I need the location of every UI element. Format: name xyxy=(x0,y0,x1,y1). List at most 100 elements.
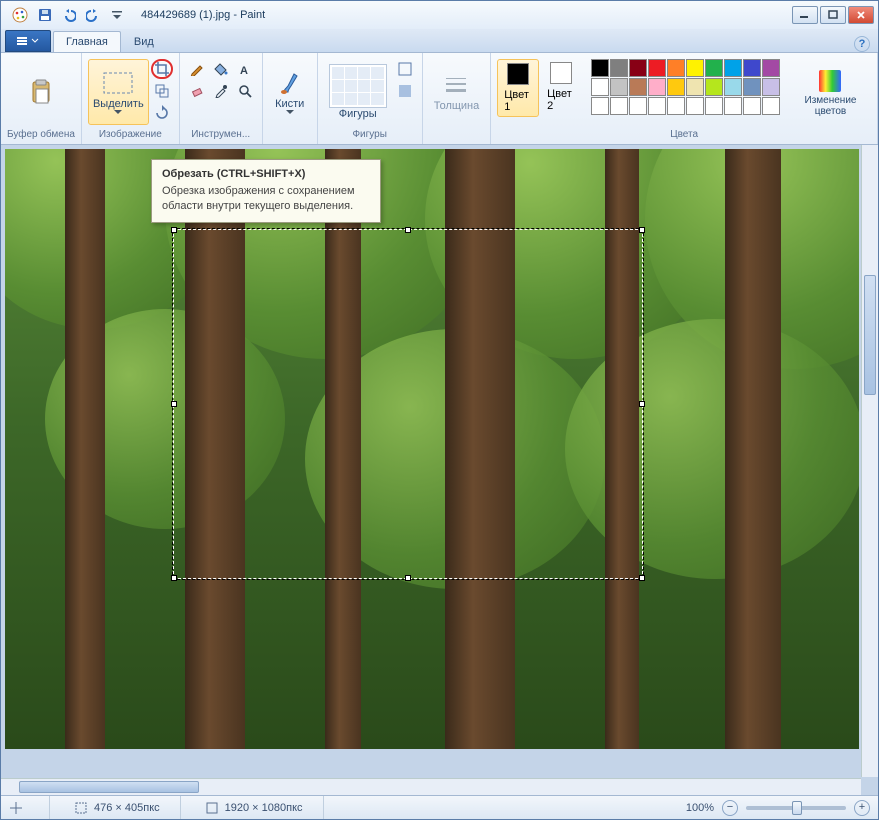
color-swatch[interactable] xyxy=(762,97,780,115)
color-swatch[interactable] xyxy=(667,59,685,77)
text-tool[interactable]: A xyxy=(234,59,256,79)
color2-swatch xyxy=(550,62,572,84)
color-swatch[interactable] xyxy=(629,78,647,96)
ribbon-tabs: Главная Вид ? xyxy=(1,29,878,53)
tooltip-body: Обрезка изображения с сохранением област… xyxy=(162,184,370,214)
color-swatch[interactable] xyxy=(629,97,647,115)
color-swatch[interactable] xyxy=(724,59,742,77)
brushes-button[interactable]: Кисти xyxy=(269,59,311,125)
group-brushes: Кисти xyxy=(263,53,318,144)
color-swatch[interactable] xyxy=(762,59,780,77)
resize-button[interactable] xyxy=(151,81,173,101)
color-swatch[interactable] xyxy=(648,59,666,77)
color-swatch[interactable] xyxy=(705,78,723,96)
color-swatch[interactable] xyxy=(762,78,780,96)
zoom-slider-thumb[interactable] xyxy=(792,801,802,815)
resize-handle-w[interactable] xyxy=(171,401,177,407)
shapes-gallery xyxy=(329,64,387,108)
canvas[interactable] xyxy=(5,149,859,749)
group-size: Толщина xyxy=(423,53,492,144)
zoom-slider[interactable] xyxy=(746,806,846,810)
minimize-button[interactable] xyxy=(792,6,818,24)
color1-swatch xyxy=(507,63,529,85)
status-cursor xyxy=(9,796,50,819)
color-swatch[interactable] xyxy=(667,78,685,96)
window-title: 484429689 (1).jpg - Paint xyxy=(141,9,265,21)
file-menu-button[interactable] xyxy=(5,30,51,52)
resize-handle-se[interactable] xyxy=(639,575,645,581)
color-swatch[interactable] xyxy=(610,59,628,77)
group-image: Выделить Изображение xyxy=(82,53,180,144)
resize-handle-e[interactable] xyxy=(639,401,645,407)
color-swatch[interactable] xyxy=(743,97,761,115)
color-swatch[interactable] xyxy=(667,97,685,115)
close-button[interactable] xyxy=(848,6,874,24)
zoom-level: 100% xyxy=(686,802,714,814)
pencil-tool[interactable] xyxy=(186,59,208,79)
resize-handle-s[interactable] xyxy=(405,575,411,581)
horizontal-scrollbar[interactable] xyxy=(1,778,861,795)
color-swatch[interactable] xyxy=(648,97,666,115)
size-button[interactable]: Толщина xyxy=(429,59,485,125)
color-swatch[interactable] xyxy=(743,59,761,77)
shape-fill-button[interactable] xyxy=(394,81,416,101)
group-label: Инструмен... xyxy=(191,129,250,142)
save-button[interactable] xyxy=(35,5,55,25)
shapes-button[interactable]: Фигуры xyxy=(324,59,392,125)
zoom-in-button[interactable]: + xyxy=(854,800,870,816)
tab-home[interactable]: Главная xyxy=(53,31,121,52)
resize-handle-nw[interactable] xyxy=(171,227,177,233)
color-swatch[interactable] xyxy=(724,78,742,96)
tab-view[interactable]: Вид xyxy=(121,31,167,52)
fill-tool[interactable] xyxy=(210,59,232,79)
color-swatch[interactable] xyxy=(648,78,666,96)
color-swatch[interactable] xyxy=(743,78,761,96)
color-swatch[interactable] xyxy=(610,97,628,115)
color-palette xyxy=(591,59,780,115)
status-selection: 476 × 405пкс xyxy=(74,796,181,819)
canvas-size-icon xyxy=(205,801,219,815)
selection-rectangle[interactable] xyxy=(173,229,643,579)
color-swatch[interactable] xyxy=(629,59,647,77)
crop-button[interactable] xyxy=(151,59,173,79)
scroll-thumb[interactable] xyxy=(19,781,199,793)
quick-access-toolbar xyxy=(35,5,127,25)
undo-button[interactable] xyxy=(59,5,79,25)
color-swatch[interactable] xyxy=(686,59,704,77)
paste-button[interactable] xyxy=(20,59,62,125)
color-swatch[interactable] xyxy=(591,97,609,115)
rotate-button[interactable] xyxy=(151,103,173,123)
group-shapes: Фигуры Фигуры xyxy=(318,53,423,144)
color-swatch[interactable] xyxy=(591,59,609,77)
shape-outline-button[interactable] xyxy=(394,59,416,79)
color2-button[interactable]: Цвет 2 xyxy=(541,59,581,115)
select-button[interactable]: Выделить xyxy=(88,59,149,125)
tooltip: Обрезать (CTRL+SHIFT+X) Обрезка изображе… xyxy=(151,159,381,223)
magnifier-tool[interactable] xyxy=(234,81,256,101)
selection-size-icon xyxy=(74,801,88,815)
maximize-button[interactable] xyxy=(820,6,846,24)
scroll-thumb[interactable] xyxy=(864,275,876,395)
color1-button[interactable]: Цвет 1 xyxy=(497,59,539,117)
zoom-out-button[interactable]: − xyxy=(722,800,738,816)
vertical-scrollbar[interactable] xyxy=(861,145,878,777)
resize-handle-ne[interactable] xyxy=(639,227,645,233)
picker-tool[interactable] xyxy=(210,81,232,101)
color-swatch[interactable] xyxy=(724,97,742,115)
resize-handle-sw[interactable] xyxy=(171,575,177,581)
color-swatch[interactable] xyxy=(686,78,704,96)
resize-handle-n[interactable] xyxy=(405,227,411,233)
color-swatch[interactable] xyxy=(705,59,723,77)
group-label: Буфер обмена xyxy=(7,129,75,142)
group-tools: A Инструмен... xyxy=(180,53,263,144)
qat-customize[interactable] xyxy=(107,5,127,25)
help-button[interactable]: ? xyxy=(854,36,870,52)
color-swatch[interactable] xyxy=(610,78,628,96)
edit-colors-button[interactable]: Изменение цветов xyxy=(790,59,871,125)
titlebar: 484429689 (1).jpg - Paint xyxy=(1,1,878,29)
eraser-tool[interactable] xyxy=(186,81,208,101)
color-swatch[interactable] xyxy=(591,78,609,96)
color-swatch[interactable] xyxy=(686,97,704,115)
color-swatch[interactable] xyxy=(705,97,723,115)
redo-button[interactable] xyxy=(83,5,103,25)
